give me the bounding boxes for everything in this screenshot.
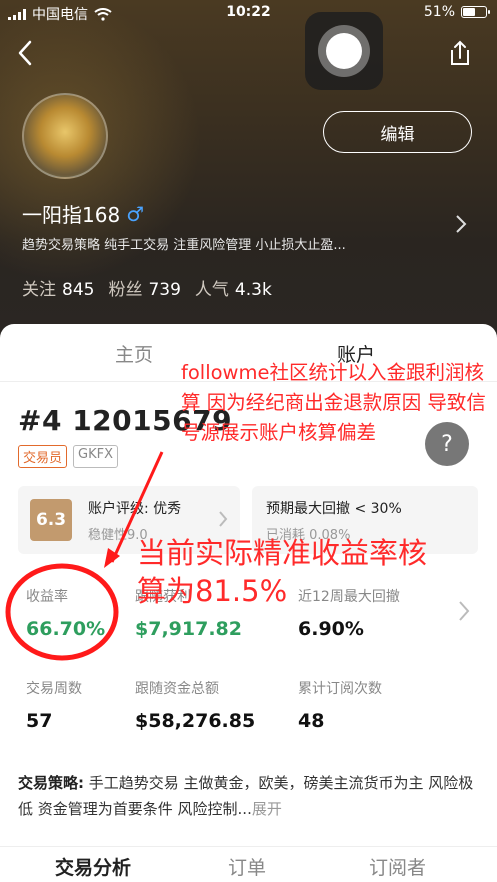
edit-button[interactable]: 编辑	[323, 111, 472, 153]
metric-value-follow-profit: $7,917.82	[135, 618, 242, 640]
male-icon: ♂	[126, 201, 145, 226]
metric-label-weeks: 交易周数	[26, 681, 82, 697]
strategy-body: 手工趋势交易 主做黄金，欧美，磅美主流货币为主 风险极低 资金管理为首要条件 风…	[18, 774, 474, 818]
metric-label-return: 收益率	[26, 589, 68, 605]
metric-label-follow-funds: 跟随资金总额	[135, 681, 219, 697]
tab-home[interactable]: 主页	[115, 340, 153, 367]
tag-broker: GKFX	[73, 445, 118, 468]
annotation-note-1: followme社区统计以入金跟利润核算 因为经纪商出金退款原因 导致信号源展示…	[181, 361, 486, 444]
metric-value-weeks: 57	[26, 710, 53, 732]
assistive-touch-button[interactable]	[305, 12, 383, 90]
profile-stats: 关注 845 粉丝 739 人气 4.3k	[22, 275, 272, 300]
battery-percent: 51%	[423, 4, 455, 20]
metric-value-follow-funds: $58,276.85	[135, 710, 256, 732]
clock: 10:22	[226, 4, 271, 20]
chevron-right-icon	[219, 511, 228, 527]
back-arrow-icon[interactable]	[14, 38, 38, 68]
stat-popularity: 人气 4.3k	[194, 280, 272, 300]
expand-link[interactable]: 展开	[252, 800, 282, 818]
rating-score: 6.3	[30, 499, 72, 541]
battery-icon	[461, 6, 490, 18]
share-icon[interactable]	[447, 38, 473, 68]
tab-trade-analysis[interactable]: 交易分析	[55, 853, 131, 880]
metric-value-return: 66.70%	[26, 618, 106, 640]
avatar[interactable]	[22, 93, 108, 179]
profile-name-row: 一阳指168 ♂	[22, 199, 144, 228]
metric-value-subscriptions: 48	[298, 710, 325, 732]
strategy-text[interactable]: 交易策略: 手工趋势交易 主做黄金，欧美，磅美主流货币为主 风险极低 资金管理为…	[18, 770, 478, 822]
annotation-note-2: 当前实际精准收益率核算为81.5%	[137, 536, 428, 608]
tag-trader: 交易员	[18, 445, 68, 468]
status-bar: 中国电信 10:22 51%	[0, 0, 497, 26]
bottom-tabs: 交易分析 订单 订阅者	[0, 846, 497, 882]
account-tags: 交易员 GKFX	[18, 445, 118, 468]
tab-orders[interactable]: 订单	[228, 853, 266, 880]
tab-subscribers[interactable]: 订阅者	[369, 853, 426, 880]
drawdown-title: 预期最大回撤 < 30%	[266, 501, 402, 517]
stat-followers[interactable]: 粉丝 739	[108, 275, 180, 300]
profile-name: 一阳指168	[22, 203, 121, 227]
chevron-right-icon[interactable]	[458, 600, 470, 622]
rating-title: 账户评级: 优秀	[88, 501, 182, 517]
strategy-label: 交易策略:	[18, 774, 84, 792]
profile-bio[interactable]: 趋势交易策略 纯手工交易 注重风险管理 小止损大止盈...	[22, 234, 442, 253]
metric-value-max-drawdown: 6.90%	[298, 618, 364, 640]
stat-following[interactable]: 关注 845	[22, 275, 94, 300]
profile-header: 中国电信 10:22 51% 编辑 一阳指168 ♂ 趋势交易策略 纯手工交易 …	[0, 0, 497, 345]
chevron-right-icon[interactable]	[455, 214, 467, 234]
metric-label-subscriptions: 累计订阅次数	[298, 681, 382, 697]
